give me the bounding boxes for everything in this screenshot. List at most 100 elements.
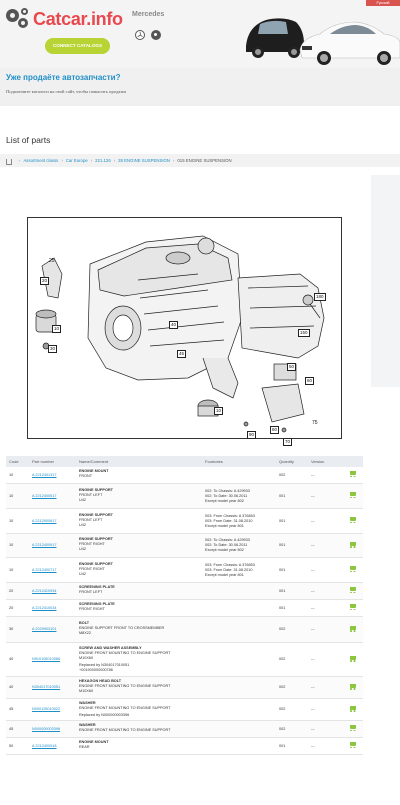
- col-code: Code: [6, 456, 29, 467]
- breadcrumb-group[interactable]: 28 ENGINE SUSPENSION: [118, 158, 170, 163]
- gears-icon: [5, 8, 33, 30]
- cell-version: ---: [308, 582, 343, 600]
- cart-icon[interactable]: [349, 725, 358, 732]
- col-version: Version: [308, 456, 343, 467]
- part-number-link[interactable]: A 2212410034: [32, 606, 57, 610]
- cell-version: ---: [308, 557, 343, 583]
- parts-diagram: 25 20 10 30 40 45 50 60 150 180 10 90 80…: [27, 217, 342, 446]
- side-panel: [371, 175, 400, 387]
- callout-label[interactable]: 40: [169, 321, 179, 329]
- cell-quantity: 002: [276, 676, 308, 699]
- cart-icon[interactable]: [349, 742, 358, 749]
- breadcrumb-model[interactable]: 221.126: [95, 158, 111, 163]
- part-comment: FRONT RIGHT U42: [79, 566, 105, 576]
- cell-quantity: 001: [276, 533, 308, 558]
- callout-label[interactable]: 10: [52, 325, 62, 333]
- part-number-link[interactable]: N000000003396: [32, 727, 60, 731]
- callout-label[interactable]: 90: [247, 431, 257, 439]
- site-logo[interactable]: Catcar.info: [5, 8, 123, 30]
- cell-version: ---: [308, 737, 343, 755]
- cell-quantity: 002: [276, 642, 308, 677]
- brand-logos: [135, 30, 161, 40]
- cart-icon[interactable]: [349, 492, 358, 499]
- cell-quantity: 001: [276, 599, 308, 617]
- part-number-link[interactable]: A 2212400717: [32, 568, 57, 572]
- cell-quantity: 002: [276, 616, 308, 643]
- part-number-link[interactable]: N304017010051: [32, 685, 60, 689]
- table-row: 40 N304017010051 HEXAGON HEAD BOLT ENGINE F…: [6, 676, 363, 699]
- cell-footnotes: [202, 599, 276, 617]
- callout-label[interactable]: 50: [287, 363, 297, 371]
- cell-code: 50: [6, 737, 29, 755]
- cell-code: 10: [6, 557, 29, 583]
- part-number-link[interactable]: A 2029903101: [32, 627, 57, 631]
- table-row: 20 A 2212410934 SCREENING PLATE FRONT LEFT 0…: [6, 582, 363, 600]
- cart-icon[interactable]: [349, 471, 358, 478]
- part-comment: FRONT: [79, 474, 93, 478]
- cart-icon[interactable]: [349, 604, 358, 611]
- cell-version: ---: [308, 616, 343, 643]
- cell-version: ---: [308, 533, 343, 558]
- cell-version: ---: [308, 676, 343, 699]
- cell-code: 40: [6, 642, 29, 677]
- callout-label[interactable]: 45: [177, 350, 187, 358]
- parts-table: Code Part number Name/Comment Footnotes …: [6, 456, 363, 755]
- part-number-link[interactable]: A 2212400517: [32, 494, 57, 498]
- table-row: 20 A 2212410034 SCREENING PLATE FRONT RIGHT…: [6, 599, 363, 617]
- callout-label[interactable]: 180: [314, 293, 326, 301]
- part-number-link[interactable]: A 2212400917: [32, 543, 57, 547]
- part-number-link[interactable]: N910105010066: [32, 657, 60, 661]
- callout-label[interactable]: 70: [283, 438, 293, 446]
- cell-footnotes: [202, 616, 276, 643]
- part-number-link[interactable]: A 2212400918: [32, 744, 57, 748]
- cart-icon[interactable]: [349, 655, 358, 662]
- cart-icon[interactable]: [349, 541, 358, 548]
- table-row: 10 A 2212400917 ENGINE SUPPORT FRONT RIGHT …: [6, 533, 363, 558]
- cell-version: ---: [308, 508, 343, 534]
- cell-code: 45: [6, 698, 29, 721]
- callout-label[interactable]: 60: [305, 377, 315, 385]
- cart-icon[interactable]: [349, 566, 358, 573]
- cart-icon[interactable]: [349, 517, 358, 524]
- cart-icon[interactable]: [349, 705, 358, 712]
- cell-code: 30: [6, 616, 29, 643]
- cell-code: 10: [6, 508, 29, 534]
- col-footnotes: Footnotes: [202, 456, 276, 467]
- cell-quantity: 001: [276, 582, 308, 600]
- cars-banner-image: [246, 18, 400, 65]
- cell-quantity: 002: [276, 720, 308, 738]
- part-number-link[interactable]: A 2212401317: [32, 473, 57, 477]
- cell-footnotes: 002: To Chassis: A 429933 002: To Date: …: [202, 483, 276, 509]
- cell-code: 20: [6, 599, 29, 617]
- replaced-note: Replaced by N304017010051 +0019000000007…: [79, 663, 130, 672]
- part-number-link[interactable]: N000125010022: [32, 707, 60, 711]
- connect-catalogs-button[interactable]: CONNECT CATALOGS: [45, 38, 110, 54]
- cell-quantity: 002: [276, 698, 308, 721]
- part-number-link[interactable]: A 2212410934: [32, 589, 57, 593]
- cart-icon[interactable]: [349, 587, 358, 594]
- breadcrumb-assortment[interactable]: Assortment classs: [23, 158, 58, 163]
- callout-label[interactable]: 20: [40, 277, 50, 285]
- cell-quantity: 001: [276, 508, 308, 534]
- col-name: Name/Comment: [76, 456, 202, 467]
- breadcrumb-current: 015 ENGINE SUSPENSION: [177, 158, 232, 163]
- cart-icon[interactable]: [349, 683, 358, 690]
- callout-label[interactable]: 30: [48, 345, 58, 353]
- callout-label[interactable]: 150: [298, 329, 310, 337]
- mercedes-logo-icon[interactable]: [135, 30, 145, 40]
- callout-label[interactable]: 80: [270, 426, 280, 434]
- breadcrumb-region[interactable]: Car Europe: [66, 158, 88, 163]
- cell-code: 10: [6, 483, 29, 509]
- logo-text: Catcar.info: [33, 8, 123, 29]
- page-title: List of parts: [6, 135, 51, 145]
- part-comment: ENGINE FRONT MOUNTING TO ENGINE SUPPORT …: [79, 684, 171, 693]
- smart-logo-icon[interactable]: [151, 30, 161, 40]
- callout-label[interactable]: 10: [214, 407, 224, 415]
- home-icon[interactable]: [6, 158, 12, 165]
- cart-icon[interactable]: [349, 625, 358, 632]
- engine-illustration: [35, 235, 325, 433]
- callout-label[interactable]: 75: [311, 420, 319, 426]
- callout-label[interactable]: 25: [48, 258, 56, 264]
- col-quantity: Quantity: [276, 456, 308, 467]
- part-number-link[interactable]: A 2212900617: [32, 519, 57, 523]
